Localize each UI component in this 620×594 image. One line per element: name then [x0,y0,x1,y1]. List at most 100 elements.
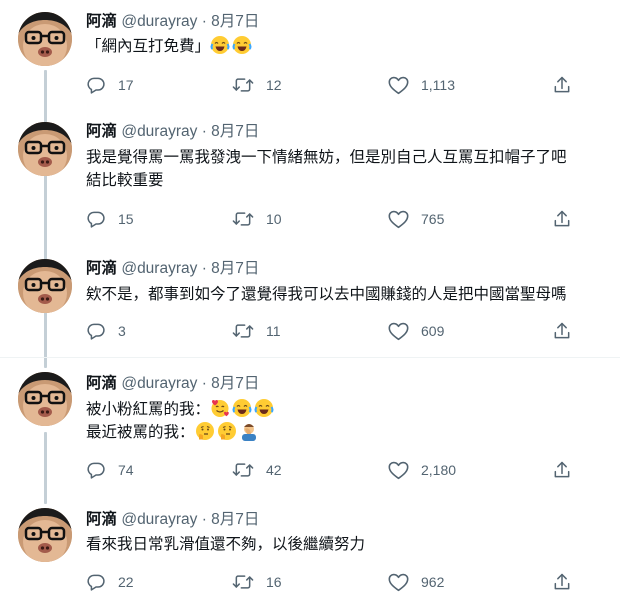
like-count: 2,180 [421,462,457,478]
retweet-button[interactable]: 10 [232,207,282,231]
like-button[interactable]: 609 [388,319,444,343]
tweet-text-line: 欸不是，都事到如今了還覺得我可以去中國賺錢的人是把中國當聖母嗎 [86,286,567,303]
heart-icon [388,460,421,480]
thinking-emoji [217,421,237,441]
user-handle[interactable]: @durayray [121,375,197,392]
like-count: 609 [421,323,445,339]
share-icon [552,460,572,480]
tweet-header: 阿滴 @durayray · 8月7日 [86,510,259,530]
display-name[interactable]: 阿滴 [86,260,117,277]
tweet-header: 阿滴 @durayray · 8月7日 [86,122,259,142]
share-icon [552,209,572,229]
separator-dot: · [201,511,207,528]
tweet-date[interactable]: 8月7日 [211,123,259,140]
tweet-text: 欸不是，都事到如今了還覺得我可以去中國賺錢的人是把中國當聖母嗎 [86,283,616,306]
retweet-button[interactable]: 16 [232,570,282,594]
like-count: 1,113 [421,77,455,93]
tweet-actions: 22 16 962 [86,570,586,594]
tweet[interactable]: 阿滴 @durayray · 8月7日 我是覺得罵一罵我發洩一下情緒無妨，但是別… [0,110,620,245]
tweet-actions: 74 42 2,180 [86,458,586,482]
share-button[interactable] [552,73,572,97]
share-icon [552,572,572,592]
user-handle[interactable]: @durayray [121,13,197,30]
tweet-date[interactable]: 8月7日 [211,13,259,30]
joy-emoji [210,35,230,55]
tweet-text: 我是覺得罵一罵我發洩一下情緒無妨，但是別自己人互罵互扣帽子了吧 結比較重要 [86,146,616,192]
share-button[interactable] [552,570,572,594]
display-name[interactable]: 阿滴 [86,123,117,140]
reply-count: 3 [118,323,126,339]
tweet-actions: 15 10 765 [86,207,586,231]
joy-emoji [232,35,252,55]
like-button[interactable]: 2,180 [388,458,456,482]
reply-count: 74 [118,462,134,478]
tweet[interactable]: 阿滴 @durayray · 8月7日 被小粉紅罵的我： 最近被罵的我： 74 … [0,358,620,496]
tweet-text: 「網內互打免費」 [86,35,616,58]
user-handle[interactable]: @durayray [121,260,197,277]
share-icon [552,321,572,341]
retweet-button[interactable]: 12 [232,73,282,97]
display-name[interactable]: 阿滴 [86,375,117,392]
reply-icon [86,460,118,480]
thinking-emoji [195,421,215,441]
smiling-hearts-emoji [210,398,230,418]
tweet-actions: 3 11 609 [86,319,586,343]
tweet-date[interactable]: 8月7日 [211,260,259,277]
heart-icon [388,75,421,95]
tweet[interactable]: 阿滴 @durayray · 8月7日 欸不是，都事到如今了還覺得我可以去中國賺… [0,245,620,356]
reply-button[interactable]: 3 [86,319,126,343]
separator-dot: · [201,375,207,392]
facepalm-emoji [239,421,259,441]
heart-icon [388,572,421,592]
joy-emoji [232,398,252,418]
avatar[interactable] [18,259,72,313]
reply-count: 22 [118,574,134,590]
tweet-date[interactable]: 8月7日 [211,511,259,528]
tweet-text-line: 被小粉紅罵的我： [86,398,616,421]
like-count: 765 [421,211,445,227]
reply-button[interactable]: 17 [86,73,134,97]
retweet-count: 10 [266,211,282,227]
retweet-count: 16 [266,574,282,590]
retweet-button[interactable]: 11 [232,319,281,343]
reply-icon [86,572,118,592]
reply-count: 15 [118,211,134,227]
tweet-text-line: 我是覺得罵一罵我發洩一下情緒無妨，但是別自己人互罵互扣帽子了吧 [86,149,567,166]
reply-button[interactable]: 15 [86,207,134,231]
avatar[interactable] [18,12,72,66]
joy-emoji [254,398,274,418]
share-button[interactable] [552,319,572,343]
tweet-header: 阿滴 @durayray · 8月7日 [86,374,259,394]
user-handle[interactable]: @durayray [121,511,197,528]
reply-button[interactable]: 22 [86,570,134,594]
tweet-text: 被小粉紅罵的我： 最近被罵的我： [86,398,616,444]
tweet[interactable]: 阿滴 @durayray · 8月7日 看來我日常乳滑值還不夠，以後繼續努力 2… [0,496,620,594]
reply-icon [86,75,118,95]
tweet-text-line: 「網內互打免費」 [86,35,616,58]
heart-icon [388,209,421,229]
retweet-icon [232,572,266,592]
like-button[interactable]: 962 [388,570,444,594]
tweet-date[interactable]: 8月7日 [211,375,259,392]
tweet-text: 看來我日常乳滑值還不夠，以後繼續努力 [86,533,616,556]
display-name[interactable]: 阿滴 [86,13,117,30]
avatar[interactable] [18,372,72,426]
retweet-icon [232,460,266,480]
tweet-text-line: 看來我日常乳滑值還不夠，以後繼續努力 [86,536,366,553]
share-button[interactable] [552,207,572,231]
retweet-icon [232,75,266,95]
like-button[interactable]: 765 [388,207,444,231]
user-handle[interactable]: @durayray [121,123,197,140]
tweet-header: 阿滴 @durayray · 8月7日 [86,259,259,279]
share-button[interactable] [552,458,572,482]
heart-icon [388,321,421,341]
reply-button[interactable]: 74 [86,458,134,482]
display-name[interactable]: 阿滴 [86,511,117,528]
tweet[interactable]: 阿滴 @durayray · 8月7日 「網內互打免費」 17 12 1,113 [0,0,620,110]
like-button[interactable]: 1,113 [388,73,455,97]
retweet-button[interactable]: 42 [232,458,282,482]
tweet-text-line: 結比較重要 [86,172,164,189]
avatar[interactable] [18,508,72,562]
tweet-text-line: 最近被罵的我： [86,421,616,444]
avatar[interactable] [18,122,72,176]
